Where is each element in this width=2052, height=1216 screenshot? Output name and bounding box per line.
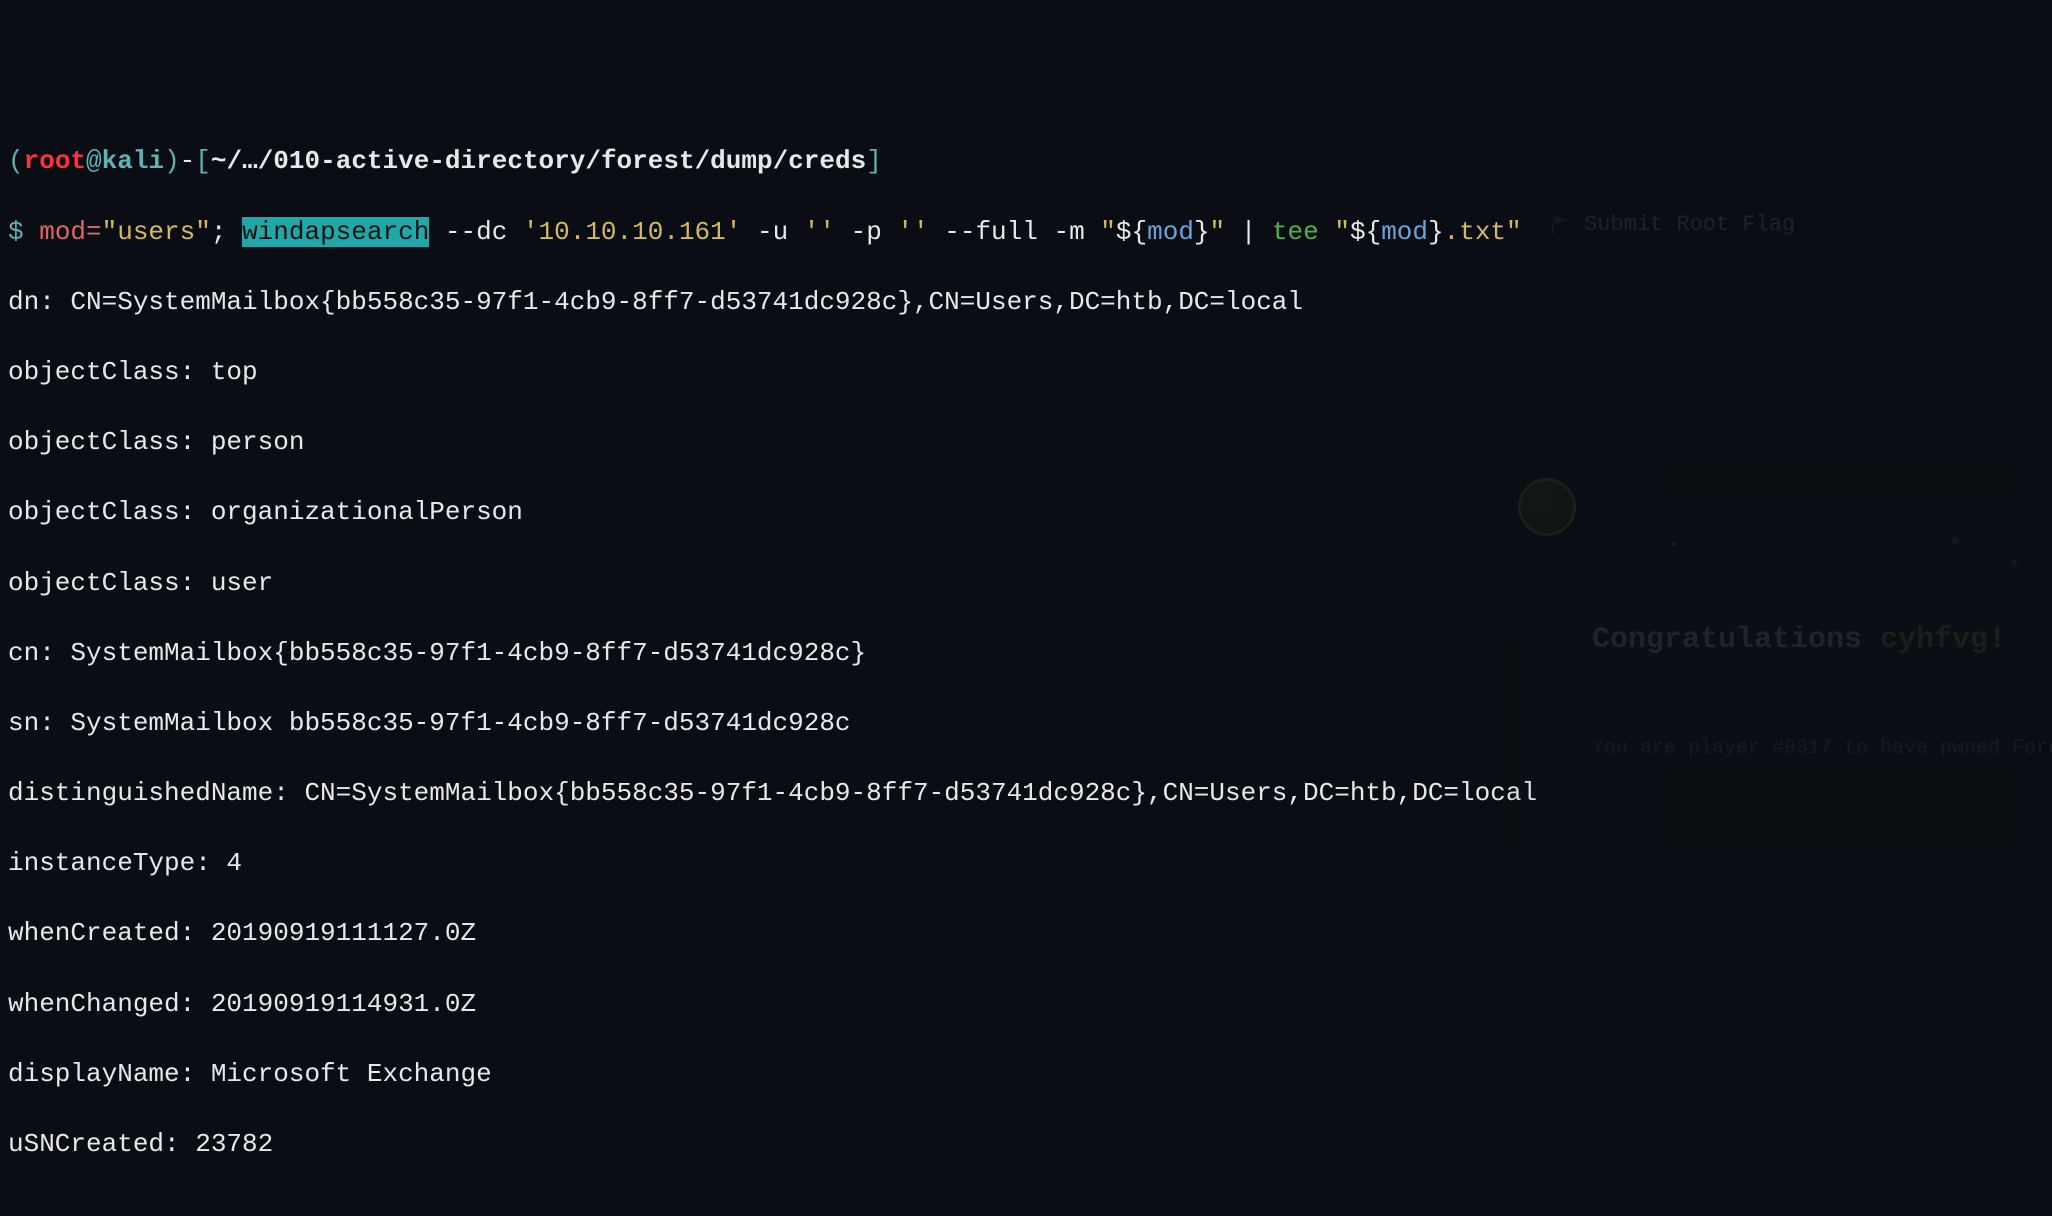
cmd-q1a: " [1100,217,1116,247]
cmd-empty-user: '' [804,217,835,247]
cmd-string-users: "users" [102,217,211,247]
output-line: instanceType: 4 [8,846,2044,881]
confetti-dot [2012,560,2017,565]
output-line: displayName: Microsoft Exchange [8,1057,2044,1092]
confetti-dot [1672,542,1676,546]
cmd-pipe: | [1225,217,1272,247]
cmd-q2a: " [1334,217,1350,247]
prompt-path: ~/…/010-active-directory/forest/dump/cre… [211,146,866,176]
cmd-sp [1319,217,1335,247]
cmd-empty-pass: '' [897,217,928,247]
cmd-var2: mod [1381,217,1428,247]
prompt-line-1: (root@kali)-[~/…/010-active-directory/fo… [8,144,2044,179]
bracket-close: ] [866,146,882,176]
prompt-user: root [24,146,86,176]
prompt-dash: - [180,146,196,176]
cmd-dc-flag: --dc [429,217,523,247]
output-line: objectClass: person [8,425,2044,460]
output-line: whenCreated: 20190919111127.0Z [8,916,2044,951]
cmd-u-flag: -u [741,217,803,247]
cmd-vop2: ${ [1350,217,1381,247]
bracket-open: [ [195,146,211,176]
command-line[interactable]: $ mod="users"; windapsearch --dc '10.10.… [8,215,2044,250]
output-line: distinguishedName: CN=SystemMailbox{bb55… [8,776,2044,811]
output-line: dn: CN=SystemMailbox{bb558c35-97f1-4cb9-… [8,285,2044,320]
cmd-vcl2: } [1428,217,1444,247]
cmd-full-m: --full -m [929,217,1101,247]
output-line: sn: SystemMailbox bb558c35-97f1-4cb9-8ff… [8,706,2044,741]
cmd-q1e: " [1210,217,1226,247]
cmd-var1: mod [1147,217,1194,247]
cmd-vop1: ${ [1116,217,1147,247]
cmd-tee: tee [1272,217,1319,247]
output-line: uSNCreated: 23782 [8,1127,2044,1162]
paren-open: ( [8,146,24,176]
confetti-dot [1952,538,1958,544]
cmd-tool: windapsearch [242,217,429,247]
cmd-vcl1: } [1194,217,1210,247]
cmd-ip: '10.10.10.161' [523,217,741,247]
cmd-assign: mod= [24,217,102,247]
output-line: objectClass: top [8,355,2044,390]
cmd-q2e: .txt" [1444,217,1522,247]
paren-close: ) [164,146,180,176]
output-line: objectClass: user [8,566,2044,601]
prompt-dollar: $ [8,217,24,247]
prompt-at: @ [86,146,102,176]
output-line: whenChanged: 20190919114931.0Z [8,987,2044,1022]
output-line: objectClass: organizationalPerson [8,495,2044,530]
cmd-p-flag: -p [835,217,897,247]
prompt-host: kali [102,146,164,176]
cmd-semi: ; [211,217,242,247]
output-line: cn: SystemMailbox{bb558c35-97f1-4cb9-8ff… [8,636,2044,671]
